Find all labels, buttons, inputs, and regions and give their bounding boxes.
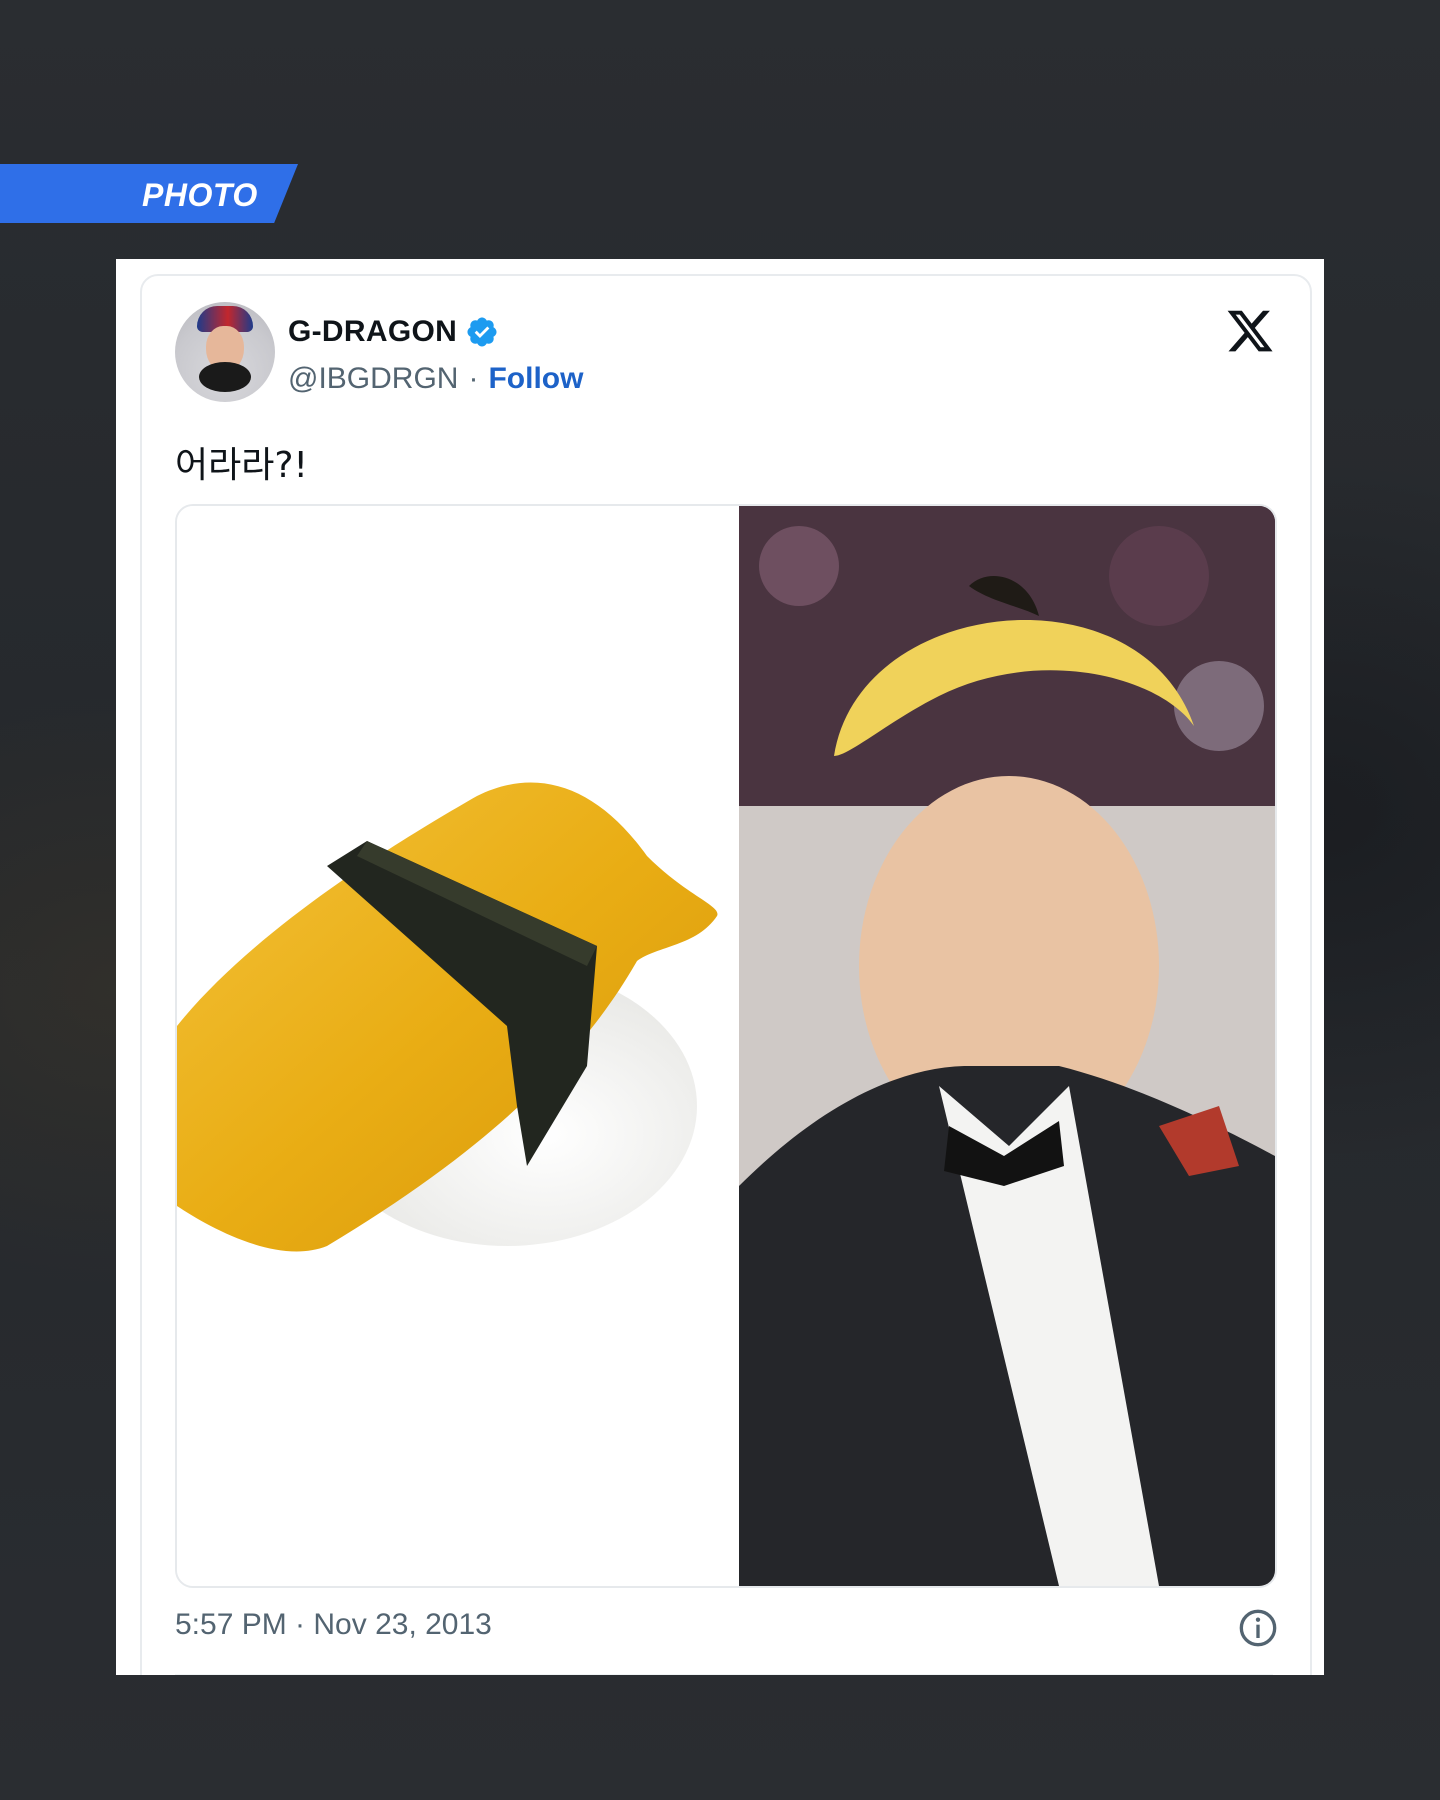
tamago-nigiri-sushi-photo[interactable]: [177, 506, 739, 1586]
tweet-text: 어라라?!: [175, 445, 308, 486]
handle[interactable]: @IBGDRGN: [288, 362, 458, 396]
divider: [175, 1674, 1273, 1675]
photo-label-text: PHOTO: [142, 177, 258, 213]
display-name[interactable]: G-DRAGON: [288, 315, 457, 349]
x-logo-icon[interactable]: [1225, 306, 1275, 356]
tweet-card: G-DRAGON @IBGDRGN · Follow 어라라?! 5:57 PM…: [140, 274, 1312, 1675]
sushi-illustration: [177, 782, 718, 1252]
verified-badge-icon: [467, 317, 497, 347]
timestamp[interactable]: 5:57 PM · Nov 23, 2013: [175, 1608, 492, 1642]
portrait-illustration: [739, 506, 1275, 1586]
author-name-row: G-DRAGON: [288, 312, 499, 352]
photo-label: PHOTO: [0, 164, 298, 223]
man-with-yellow-hair-in-tuxedo-photo[interactable]: [739, 506, 1275, 1586]
avatar[interactable]: [175, 302, 275, 402]
follow-button[interactable]: Follow: [488, 362, 583, 396]
tweet-media[interactable]: [175, 504, 1277, 1588]
info-icon[interactable]: [1238, 1608, 1278, 1648]
handle-row: @IBGDRGN · Follow: [288, 362, 583, 396]
embed-frame: G-DRAGON @IBGDRGN · Follow 어라라?! 5:57 PM…: [116, 259, 1324, 1675]
separator-dot: ·: [468, 362, 479, 395]
